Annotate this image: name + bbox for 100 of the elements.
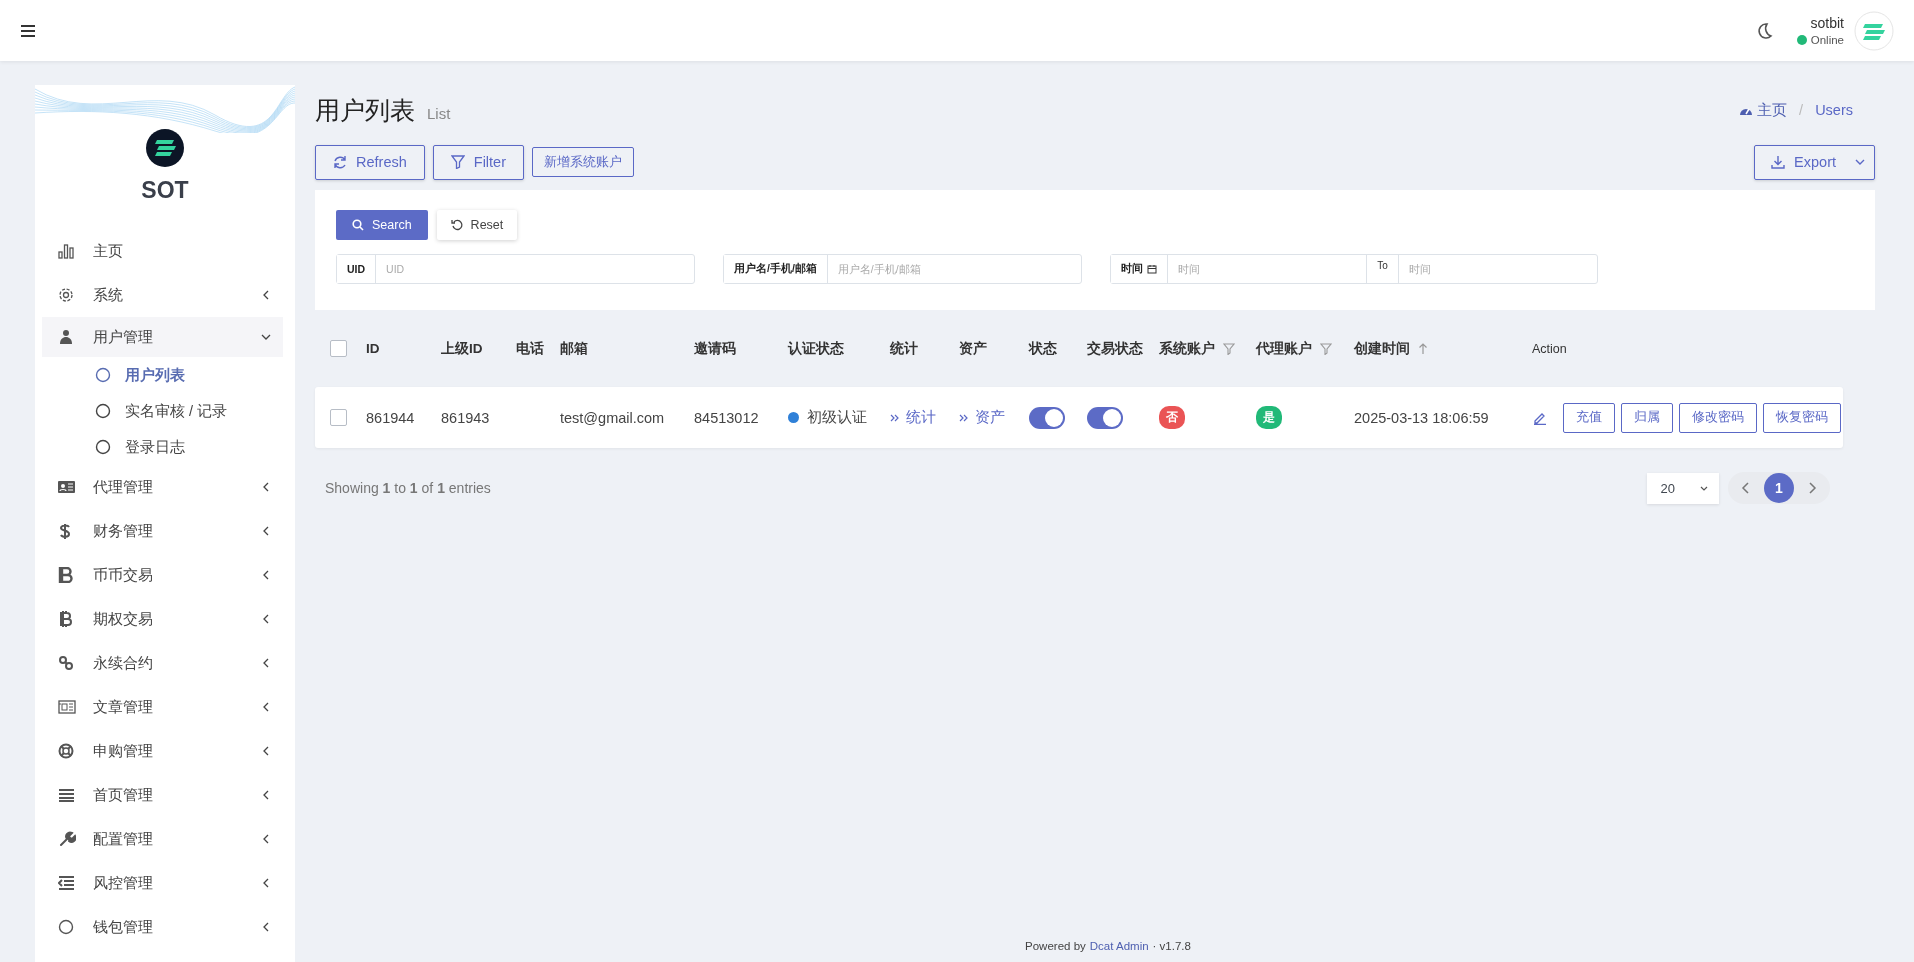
sort-arrow-icon: [1418, 342, 1428, 355]
input-field[interactable]: 时间: [1168, 255, 1367, 283]
status-badge: 否: [1159, 406, 1185, 429]
menu-item-icon: [58, 243, 76, 259]
sidebar-item[interactable]: 系统: [42, 273, 283, 317]
sidebar-item[interactable]: 主页: [42, 229, 283, 273]
filter-icon: [450, 155, 465, 169]
table-cell: 84513012: [694, 409, 759, 426]
action-button[interactable]: 修改密码: [1679, 402, 1757, 433]
refresh-icon: [333, 155, 347, 169]
toggle-switch[interactable]: [1029, 406, 1065, 429]
circle-icon: [95, 439, 111, 455]
chevron-icon: [261, 290, 271, 300]
input-field[interactable]: 时间: [1398, 255, 1597, 283]
column-header: 统计: [890, 339, 918, 358]
menu-item-icon: [58, 655, 76, 671]
avatar-icon[interactable]: [1854, 10, 1894, 51]
column-header: 创建时间: [1354, 339, 1410, 358]
column-header: 邮箱: [560, 339, 588, 358]
column-header: 邀请码: [694, 339, 736, 358]
export-button[interactable]: Export: [1754, 144, 1875, 180]
chevron-icon: [261, 332, 271, 342]
column-header: ID: [366, 341, 380, 356]
chevron-icon: [261, 878, 271, 888]
double-chevron-icon: [959, 412, 969, 423]
page-subtitle: List: [427, 104, 451, 122]
sidebar-item[interactable]: 用户管理: [42, 317, 283, 357]
sidebar-item[interactable]: 永续合约: [42, 641, 283, 685]
toggle-switch[interactable]: [1087, 406, 1123, 429]
reset-button[interactable]: Reset: [436, 210, 518, 240]
action-button[interactable]: 恢复密码: [1763, 402, 1841, 433]
column-header: Action: [1532, 341, 1567, 356]
table-link[interactable]: 统计: [890, 408, 936, 427]
page-size-select[interactable]: 20: [1646, 472, 1719, 504]
chevron-icon: [261, 570, 271, 580]
column-header: 上级ID: [441, 339, 483, 358]
sidebar-item[interactable]: 财务管理: [42, 509, 283, 553]
menu-icon[interactable]: [21, 24, 35, 37]
sidebar-item[interactable]: 申购管理: [42, 729, 283, 773]
filter-field[interactable]: UID UID: [336, 254, 695, 284]
menu-item-icon: [58, 875, 76, 891]
column-header: 认证状态: [788, 339, 844, 358]
checkbox[interactable]: [330, 409, 347, 426]
chevron-icon: [261, 702, 271, 712]
sidebar-subitem[interactable]: 登录日志: [35, 429, 295, 465]
table-cell: 初级认证: [807, 408, 867, 427]
entries-summary: Showing 1 to 1 of 1 entries: [325, 480, 491, 496]
page-title: 用户列表: [315, 94, 415, 126]
download-icon: [1771, 155, 1786, 169]
menu-item-icon: [58, 287, 76, 303]
chevron-icon: [261, 658, 271, 668]
action-button[interactable]: 归属: [1621, 402, 1673, 433]
chevron-icon: [261, 746, 271, 756]
sidebar-item[interactable]: 配置管理: [42, 817, 283, 861]
chevron-icon: [261, 482, 271, 492]
sidebar-item[interactable]: 文章管理: [42, 685, 283, 729]
page-number[interactable]: 1: [1764, 473, 1794, 503]
table-link[interactable]: 资产: [959, 408, 1005, 427]
filter-button[interactable]: Filter: [432, 144, 524, 180]
menu-item-icon: [58, 787, 76, 803]
breadcrumb-link[interactable]: 主页: [1739, 100, 1788, 120]
logo-icon: [146, 129, 184, 167]
table-cell: 861944: [366, 409, 415, 426]
action-button[interactable]: 充值: [1563, 402, 1615, 433]
sidebar-item[interactable]: 期权交易: [42, 597, 283, 641]
column-header: 系统账户: [1159, 339, 1215, 358]
input-field[interactable]: UID: [376, 255, 694, 283]
brand-name: SOT: [141, 177, 189, 204]
chevron-icon: [261, 614, 271, 624]
checkbox[interactable]: [330, 340, 347, 357]
field-label: UID: [337, 255, 377, 283]
menu-item-icon: [58, 919, 76, 935]
menu-item-icon: [58, 479, 76, 495]
range-separator: To: [1366, 255, 1399, 283]
circle-icon: [95, 367, 111, 383]
input-field[interactable]: 用户名/手机/邮箱: [827, 255, 1081, 283]
menu-item-icon: [58, 743, 76, 759]
sidebar-item[interactable]: 首页管理: [42, 773, 283, 817]
breadcrumb-separator: /: [1799, 102, 1804, 118]
field-label: 用户名/手机/邮箱: [724, 255, 828, 283]
status-badge: 是: [1256, 406, 1282, 429]
add-account-button[interactable]: 新增系统账户: [532, 147, 634, 177]
sidebar-item[interactable]: 钱包管理: [42, 905, 283, 949]
chevron-icon: [261, 790, 271, 800]
footer-text: Powered by: [1025, 940, 1086, 952]
sidebar-subitem[interactable]: 用户列表: [35, 357, 295, 393]
search-icon: [352, 219, 364, 231]
sidebar-subitem[interactable]: 实名审核 / 记录: [35, 393, 295, 429]
field-label: 时间: [1111, 255, 1168, 283]
sidebar-item[interactable]: 币币交易: [42, 553, 283, 597]
sidebar-item[interactable]: 代理管理: [42, 465, 283, 509]
menu-item-icon: [58, 567, 76, 583]
search-button[interactable]: Search: [336, 210, 428, 240]
filter-field[interactable]: 用户名/手机/邮箱 用户名/手机/邮箱: [723, 254, 1082, 284]
footer-link[interactable]: Dcat Admin: [1089, 940, 1149, 952]
filter-field[interactable]: 时间 时间 To 时间: [1110, 254, 1598, 284]
refresh-button[interactable]: Refresh: [315, 144, 425, 180]
sidebar-item[interactable]: 风控管理: [42, 861, 283, 905]
table-cell: test@gmail.com: [560, 409, 665, 426]
chevron-icon: [261, 834, 271, 844]
